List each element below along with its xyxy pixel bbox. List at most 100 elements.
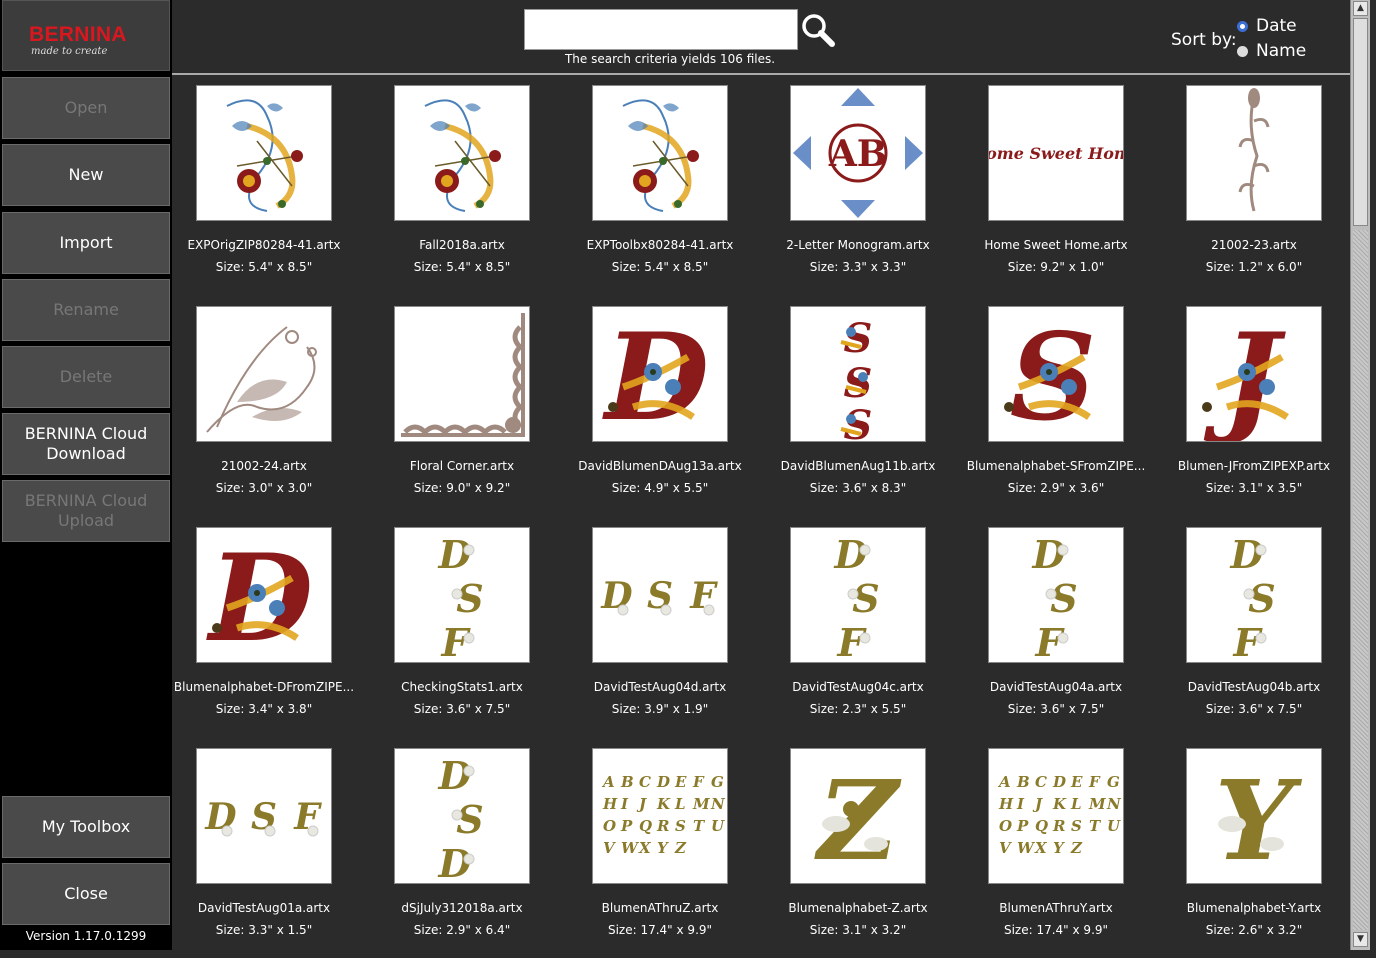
file-tile[interactable]: D S F DavidTestAug01a.artx Size: 3.3" x … <box>171 748 369 958</box>
sort-date-radio[interactable] <box>1237 21 1248 32</box>
new-button[interactable]: New <box>2 144 170 206</box>
file-size: Size: 2.9" x 6.4" <box>413 923 511 937</box>
file-name: 21002-24.artx <box>221 459 307 473</box>
scroll-down-arrow-icon[interactable]: ▼ <box>1353 932 1368 947</box>
file-thumbnail[interactable] <box>592 85 728 221</box>
svg-text:P: P <box>620 817 633 835</box>
vertical-scrollbar[interactable]: ▲ ▼ <box>1350 0 1370 950</box>
embroidery-preview-icon: D S F <box>1230 532 1276 662</box>
svg-text:M: M <box>1088 795 1106 813</box>
file-thumbnail[interactable]: D S F <box>1186 527 1322 663</box>
file-tile[interactable]: Z Blumenalphabet-Z.artx Size: 3.1" x 3.2… <box>765 748 963 958</box>
file-thumbnail[interactable]: D S F <box>592 527 728 663</box>
file-thumbnail[interactable]: Y <box>1186 748 1322 884</box>
file-thumbnail[interactable] <box>394 306 530 442</box>
scroll-track[interactable] <box>1353 230 1368 930</box>
svg-text:J: J <box>636 795 647 813</box>
file-thumbnail[interactable]: AB <box>790 85 926 221</box>
file-thumbnail[interactable]: D <box>196 527 332 663</box>
file-thumbnail[interactable]: D S F <box>196 748 332 884</box>
embroidery-preview-icon: Home Sweet Home <box>989 144 1123 163</box>
svg-text:P: P <box>1016 817 1029 835</box>
file-tile[interactable]: D S F DavidTestAug04d.artx Size: 3.9" x … <box>567 527 765 737</box>
file-thumbnail[interactable]: Z <box>790 748 926 884</box>
file-thumbnail[interactable]: ABCDEFG HIJKLMN OPQRSTU VWXYZ <box>988 748 1124 884</box>
file-thumbnail[interactable] <box>1186 85 1322 221</box>
file-thumbnail[interactable] <box>394 85 530 221</box>
file-tile[interactable]: S S S DavidBlumenAug11b.artx Size: 3.6" … <box>765 306 963 516</box>
scroll-up-arrow-icon[interactable]: ▲ <box>1353 1 1368 16</box>
file-thumbnail[interactable]: D S F <box>790 527 926 663</box>
svg-text:Home Sweet Home: Home Sweet Home <box>989 144 1123 163</box>
svg-text:A: A <box>601 773 615 791</box>
logo-tagline: made to create <box>31 46 108 57</box>
svg-text:U: U <box>711 817 725 835</box>
file-thumbnail[interactable]: D S D <box>394 748 530 884</box>
file-thumbnail[interactable]: D <box>592 306 728 442</box>
file-tile[interactable]: D S F DavidTestAug04c.artx Size: 2.3" x … <box>765 527 963 737</box>
embroidery-preview-icon: Z <box>814 756 902 883</box>
svg-text:V: V <box>999 839 1012 857</box>
file-name: Blumenalphabet-DFromZIPE... <box>173 680 355 694</box>
file-thumbnail[interactable] <box>196 306 332 442</box>
file-size: Size: 17.4" x 9.9" <box>1003 923 1109 937</box>
file-tile[interactable]: D S F DavidTestAug04b.artx Size: 3.6" x … <box>1161 527 1359 737</box>
svg-text:K: K <box>656 795 671 813</box>
file-tile[interactable]: EXPToolbx80284-41.artx Size: 5.4" x 8.5" <box>567 85 765 295</box>
file-name: dSjJuly312018a.artx <box>401 901 523 915</box>
svg-text:G: G <box>1107 773 1120 791</box>
embroidery-preview-icon: D S F <box>834 532 880 662</box>
file-tile[interactable]: S Blumenalphabet-SFromZIPE... Size: 2.9"… <box>963 306 1161 516</box>
file-tile[interactable]: D S F DavidTestAug04a.artx Size: 3.6" x … <box>963 527 1161 737</box>
file-thumbnail[interactable]: D S F <box>988 527 1124 663</box>
my-toolbox-button[interactable]: My Toolbox <box>2 796 170 858</box>
embroidery-preview-icon <box>401 313 525 437</box>
svg-text:V: V <box>603 839 616 857</box>
sort-date-label[interactable]: Date <box>1256 16 1297 36</box>
scroll-thumb[interactable] <box>1353 18 1368 226</box>
file-size: Size: 2.3" x 5.5" <box>809 702 907 716</box>
file-thumbnail[interactable]: ABCDEFG HIJKLMN OPQRSTU VWXYZ <box>592 748 728 884</box>
file-tile[interactable]: D Blumenalphabet-DFromZIPE... Size: 3.4"… <box>171 527 369 737</box>
rename-button[interactable]: Rename <box>2 279 170 341</box>
search-icon[interactable] <box>800 12 838 48</box>
delete-button[interactable]: Delete <box>2 346 170 408</box>
bernina-cloud-download-button[interactable]: BERNINA Cloud Download <box>2 413 170 475</box>
file-tile[interactable]: J Blumen-JFromZIPEXP.artx Size: 3.1" x 3… <box>1161 306 1359 516</box>
file-tile[interactable]: 21002-24.artx Size: 3.0" x 3.0" <box>171 306 369 516</box>
close-button[interactable]: Close <box>2 863 170 925</box>
file-thumbnail[interactable]: S S S <box>790 306 926 442</box>
sort-name-label[interactable]: Name <box>1256 41 1306 61</box>
import-button[interactable]: Import <box>2 212 170 274</box>
file-tile[interactable]: D S D dSjJuly312018a.artx Size: 2.9" x 6… <box>369 748 567 958</box>
file-tile[interactable]: D S F CheckingStats1.artx Size: 3.6" x 7… <box>369 527 567 737</box>
svg-text:Q: Q <box>1035 817 1048 835</box>
file-thumbnail[interactable]: S <box>988 306 1124 442</box>
file-tile[interactable]: ABCDEFG HIJKLMN OPQRSTU VWXYZ BlumenAThruZ.… <box>567 748 765 958</box>
search-input[interactable] <box>524 9 798 50</box>
file-tile[interactable]: Fall2018a.artx Size: 5.4" x 8.5" <box>369 85 567 295</box>
file-size: Size: 3.1" x 3.5" <box>1205 481 1303 495</box>
sidebar: BERNINA made to create Open New Import Rena… <box>0 0 172 950</box>
file-tile[interactable]: D DavidBlumenDAug13a.artx Size: 4.9" x 5… <box>567 306 765 516</box>
file-thumbnail[interactable]: J <box>1186 306 1322 442</box>
file-thumbnail[interactable]: Home Sweet Home <box>988 85 1124 221</box>
svg-text:T: T <box>693 817 706 835</box>
sort-name-radio[interactable] <box>1237 46 1248 57</box>
file-tile[interactable]: Floral Corner.artx Size: 9.0" x 9.2" <box>369 306 567 516</box>
svg-text:E: E <box>674 773 687 791</box>
file-tile[interactable]: 21002-23.artx Size: 1.2" x 6.0" <box>1161 85 1359 295</box>
file-name: Blumenalphabet-Y.artx <box>1186 901 1322 915</box>
open-button[interactable]: Open <box>2 77 170 139</box>
file-thumbnail[interactable] <box>196 85 332 221</box>
file-tile[interactable]: EXPOrigZIP80284-41.artx Size: 5.4" x 8.5… <box>171 85 369 295</box>
file-tile[interactable]: Home Sweet Home Home Sweet Home.artx Siz… <box>963 85 1161 295</box>
file-tile[interactable]: Y Blumenalphabet-Y.artx Size: 2.6" x 3.2… <box>1161 748 1359 958</box>
svg-text:W: W <box>621 839 640 857</box>
bernina-cloud-upload-button[interactable]: BERNINA Cloud Upload <box>2 480 170 542</box>
svg-text:R: R <box>656 817 669 835</box>
file-tile[interactable]: ABCDEFG HIJKLMN OPQRSTU VWXYZ BlumenAThruY.… <box>963 748 1161 958</box>
file-tile[interactable]: AB 2-Letter Monogram.artx Size: 3.3" x 3… <box>765 85 963 295</box>
svg-text:Q: Q <box>639 817 652 835</box>
file-thumbnail[interactable]: D S F <box>394 527 530 663</box>
